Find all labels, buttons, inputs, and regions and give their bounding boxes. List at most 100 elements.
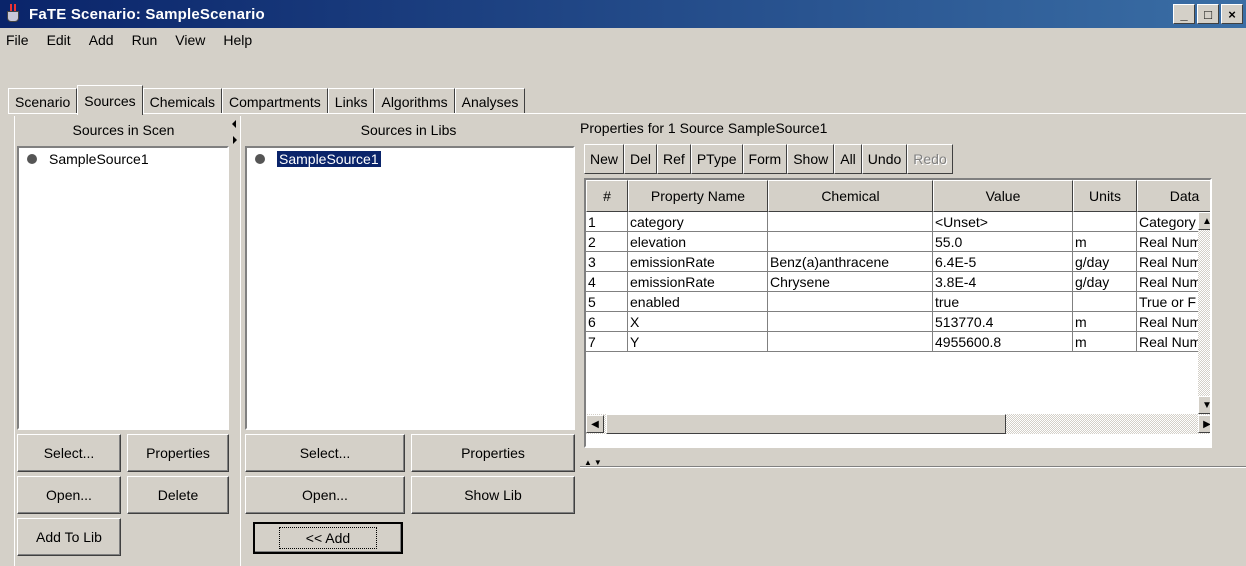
cell-property-name[interactable]: emissionRate	[628, 252, 768, 272]
table-row[interactable]: 4 emissionRate Chrysene 3.8E-4 g/day Real Num	[586, 272, 1210, 292]
table-row[interactable]: 1 category <Unset> Category	[586, 212, 1210, 232]
collapse-right-icon[interactable]	[233, 136, 237, 144]
horizontal-scroll-thumb[interactable]	[606, 414, 1006, 434]
scroll-down-icon[interactable]: ▼	[1198, 396, 1210, 414]
cell-chemical[interactable]	[768, 312, 933, 332]
list-item[interactable]: SampleSource1	[19, 148, 227, 170]
cell-property-name[interactable]: category	[628, 212, 768, 232]
ptype-button[interactable]: PType	[690, 144, 743, 174]
ref-button[interactable]: Ref	[657, 144, 691, 174]
tab-scenario[interactable]: Scenario	[8, 88, 78, 114]
cell-chemical[interactable]	[768, 332, 933, 352]
cell-property-name[interactable]: X	[628, 312, 768, 332]
cell-units[interactable]: g/day	[1073, 252, 1137, 272]
new-button[interactable]: New	[584, 144, 625, 174]
table-row[interactable]: 3 emissionRate Benz(a)anthracene 6.4E-5 g/da…	[586, 252, 1210, 272]
cell-property-name[interactable]: Y	[628, 332, 768, 352]
tab-analyses[interactable]: Analyses	[454, 88, 526, 114]
library-select-button[interactable]: Select...	[245, 434, 405, 472]
column-header-chemical[interactable]: Chemical	[768, 180, 933, 212]
table-row[interactable]: 2 elevation 55.0 m Real Num	[586, 232, 1210, 252]
menu-edit[interactable]: Edit	[38, 32, 80, 48]
cell-property-name[interactable]: enabled	[628, 292, 768, 312]
menu-add[interactable]: Add	[80, 32, 123, 48]
column-header-value[interactable]: Value	[933, 180, 1073, 212]
form-button[interactable]: Form	[742, 144, 788, 174]
menu-file[interactable]: File	[0, 32, 38, 48]
scenario-sources-list[interactable]: SampleSource1	[17, 146, 229, 430]
cell-value[interactable]: 6.4E-5	[933, 252, 1073, 272]
cell-value[interactable]: 4955600.8	[933, 332, 1073, 352]
cell-number[interactable]: 5	[586, 292, 628, 312]
tab-links[interactable]: Links	[327, 88, 375, 114]
cell-number[interactable]: 4	[586, 272, 628, 292]
menu-help[interactable]: Help	[214, 32, 261, 48]
add-to-lib-button[interactable]: Add To Lib	[17, 518, 121, 556]
cell-value[interactable]: 55.0	[933, 232, 1073, 252]
cell-chemical[interactable]: Chrysene	[768, 272, 933, 292]
tab-compartments[interactable]: Compartments	[221, 88, 328, 114]
column-header-number[interactable]: #	[586, 180, 628, 212]
maximize-button[interactable]: □	[1197, 4, 1219, 24]
cell-chemical[interactable]	[768, 292, 933, 312]
list-item[interactable]: SampleSource1	[247, 148, 573, 170]
cell-units[interactable]: m	[1073, 312, 1137, 332]
split-down-icon[interactable]: ▼	[594, 458, 602, 467]
collapse-left-icon[interactable]	[232, 120, 236, 128]
cell-number[interactable]: 6	[586, 312, 628, 332]
cell-chemical[interactable]	[768, 232, 933, 252]
cell-property-name[interactable]: emissionRate	[628, 272, 768, 292]
cell-units[interactable]: m	[1073, 332, 1137, 352]
library-sources-list[interactable]: SampleSource1	[245, 146, 575, 430]
cell-units[interactable]: m	[1073, 232, 1137, 252]
library-properties-button[interactable]: Properties	[411, 434, 575, 472]
tab-chemicals[interactable]: Chemicals	[142, 88, 222, 114]
split-divider[interactable]	[232, 116, 240, 146]
column-header-data[interactable]: Data	[1137, 180, 1210, 212]
table-row[interactable]: 5 enabled true True or F	[586, 292, 1210, 312]
close-button[interactable]: ×	[1221, 4, 1243, 24]
column-header-units[interactable]: Units	[1073, 180, 1137, 212]
cell-chemical[interactable]: Benz(a)anthracene	[768, 252, 933, 272]
cell-units[interactable]	[1073, 212, 1137, 232]
properties-title: Properties for 1 Source SampleSource1	[580, 120, 828, 136]
cell-value[interactable]: 3.8E-4	[933, 272, 1073, 292]
scroll-up-icon[interactable]: ▲	[1198, 212, 1210, 230]
scenario-open-button[interactable]: Open...	[17, 476, 121, 514]
cell-units[interactable]: g/day	[1073, 272, 1137, 292]
column-header-property-name[interactable]: Property Name	[628, 180, 768, 212]
scenario-delete-button[interactable]: Delete	[127, 476, 229, 514]
vertical-scrollbar[interactable]: ▲ ▼	[1198, 212, 1210, 414]
horizontal-scrollbar[interactable]: ◀ ▶	[586, 414, 1210, 434]
menu-view[interactable]: View	[166, 32, 214, 48]
split-up-icon[interactable]: ▲	[584, 458, 592, 467]
cell-units[interactable]	[1073, 292, 1137, 312]
cell-number[interactable]: 2	[586, 232, 628, 252]
library-open-button[interactable]: Open...	[245, 476, 405, 514]
cell-number[interactable]: 1	[586, 212, 628, 232]
cell-value[interactable]: true	[933, 292, 1073, 312]
table-row[interactable]: 7 Y 4955600.8 m Real Num	[586, 332, 1210, 352]
delete-button[interactable]: Del	[624, 144, 658, 174]
cell-number[interactable]: 3	[586, 252, 628, 272]
scroll-right-icon[interactable]: ▶	[1198, 415, 1210, 433]
cell-value[interactable]: <Unset>	[933, 212, 1073, 232]
add-to-scenario-button[interactable]: << Add	[253, 522, 403, 554]
split-pane-arrows[interactable]: ▲ ▼	[584, 458, 602, 467]
all-button[interactable]: All	[834, 144, 862, 174]
show-button[interactable]: Show	[787, 144, 835, 174]
cell-chemical[interactable]	[768, 212, 933, 232]
cell-number[interactable]: 7	[586, 332, 628, 352]
cell-property-name[interactable]: elevation	[628, 232, 768, 252]
menu-run[interactable]: Run	[123, 32, 167, 48]
tab-sources[interactable]: Sources	[77, 85, 143, 115]
undo-button[interactable]: Undo	[861, 144, 908, 174]
scenario-select-button[interactable]: Select...	[17, 434, 121, 472]
minimize-button[interactable]: _	[1173, 4, 1195, 24]
cell-value[interactable]: 513770.4	[933, 312, 1073, 332]
show-lib-button[interactable]: Show Lib	[411, 476, 575, 514]
table-row[interactable]: 6 X 513770.4 m Real Num	[586, 312, 1210, 332]
scroll-left-icon[interactable]: ◀	[586, 415, 604, 433]
scenario-properties-button[interactable]: Properties	[127, 434, 229, 472]
tab-algorithms[interactable]: Algorithms	[374, 88, 455, 114]
